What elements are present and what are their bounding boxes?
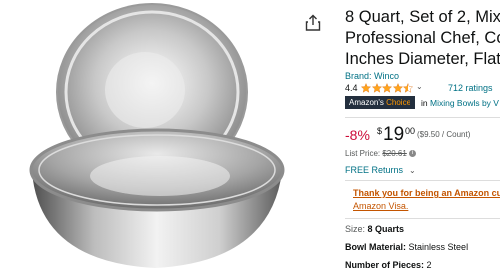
product-image[interactable]	[0, 0, 300, 273]
spec-size: Size: 8 Quarts	[345, 224, 404, 234]
star-icon	[382, 83, 392, 93]
discount-percent: -8%	[345, 127, 370, 143]
title-line: Professional Chef, Com	[345, 29, 500, 47]
badge-suffix: Choice	[386, 98, 412, 107]
share-icon[interactable]	[305, 14, 321, 32]
rating-value: 4.4	[345, 83, 358, 93]
half-star-icon	[403, 83, 413, 93]
spec-size-value: 8 Quarts	[367, 224, 405, 234]
visa-promo[interactable]: Thank you for being an Amazon cus Amazon…	[353, 187, 500, 213]
list-price-label: List Price:	[345, 149, 381, 158]
price-currency: $	[377, 126, 383, 136]
badge-in: in	[421, 98, 428, 108]
info-icon[interactable]: i	[409, 150, 417, 158]
chevron-down-icon[interactable]: ⌄	[416, 82, 423, 91]
star-rating[interactable]	[361, 83, 414, 93]
list-price: List Price: $20.61 i	[345, 149, 417, 158]
star-icon	[392, 83, 403, 93]
list-price-value: $20.61	[382, 149, 407, 158]
amazons-choice-badge: Amazon's Choice	[345, 96, 416, 109]
star-icon	[371, 83, 382, 93]
free-returns-link[interactable]: FREE Returns ⌄	[345, 165, 416, 175]
spec-pieces-value: 2	[426, 260, 432, 270]
ratings-count-link[interactable]: 712 ratings	[448, 83, 493, 93]
badge-prefix: Amazon's	[349, 98, 384, 107]
title-line: Inches Diameter, Flat B	[345, 50, 500, 68]
badge-notch	[410, 96, 415, 108]
spec-size-label: Size:	[345, 224, 366, 234]
spec-material-value: Stainless Steel	[408, 242, 469, 252]
divider	[345, 117, 500, 118]
divider	[345, 218, 500, 219]
divider	[345, 180, 500, 181]
badge-category: in Mixing Bowls by V	[421, 98, 499, 108]
badge-category-link[interactable]: Mixing Bowls by V	[430, 98, 499, 108]
spec-material-label: Bowl Material:	[345, 242, 407, 252]
spec-pieces: Number of Pieces: 2	[345, 260, 432, 270]
product-title: 8 Quart, Set of 2, Mixing Professional C…	[345, 7, 500, 70]
title-line: 8 Quart, Set of 2, Mixing	[345, 8, 500, 26]
spec-material: Bowl Material: Stainless Steel	[345, 242, 468, 252]
price-per-count: ($9.50 / Count)	[417, 130, 471, 139]
price-dollars: 19	[383, 124, 405, 145]
promo-line-2[interactable]: Amazon Visa.	[353, 200, 500, 213]
spec-pieces-label: Number of Pieces:	[345, 260, 425, 270]
returns-label: FREE Returns	[345, 165, 404, 175]
price-cents: 00	[405, 126, 416, 136]
promo-line-1[interactable]: Thank you for being an Amazon cus	[353, 187, 500, 200]
chevron-down-icon: ⌄	[409, 166, 416, 175]
brand-link[interactable]: Brand: Winco	[345, 71, 399, 81]
star-icon	[361, 83, 371, 93]
